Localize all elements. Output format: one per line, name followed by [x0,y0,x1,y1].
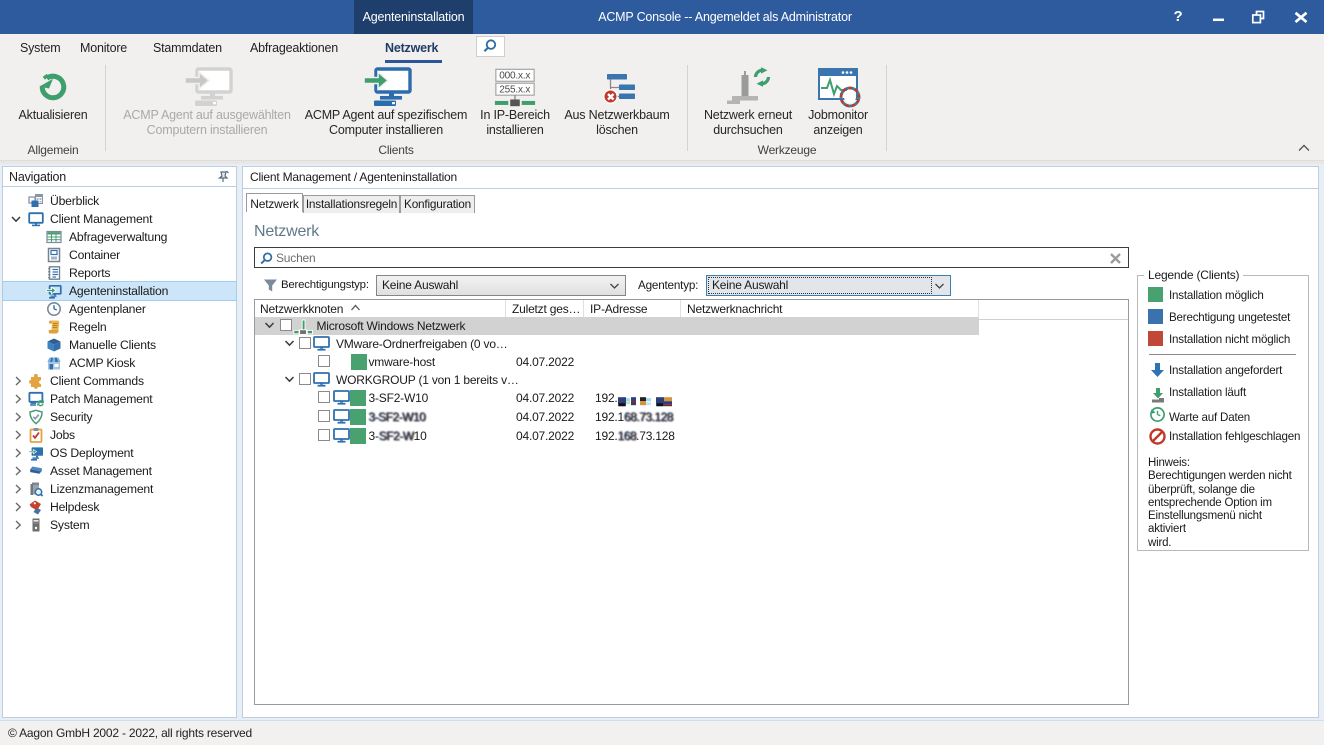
svg-text:000.x.x: 000.x.x [499,71,530,82]
svg-text:255.x.x: 255.x.x [499,85,530,96]
